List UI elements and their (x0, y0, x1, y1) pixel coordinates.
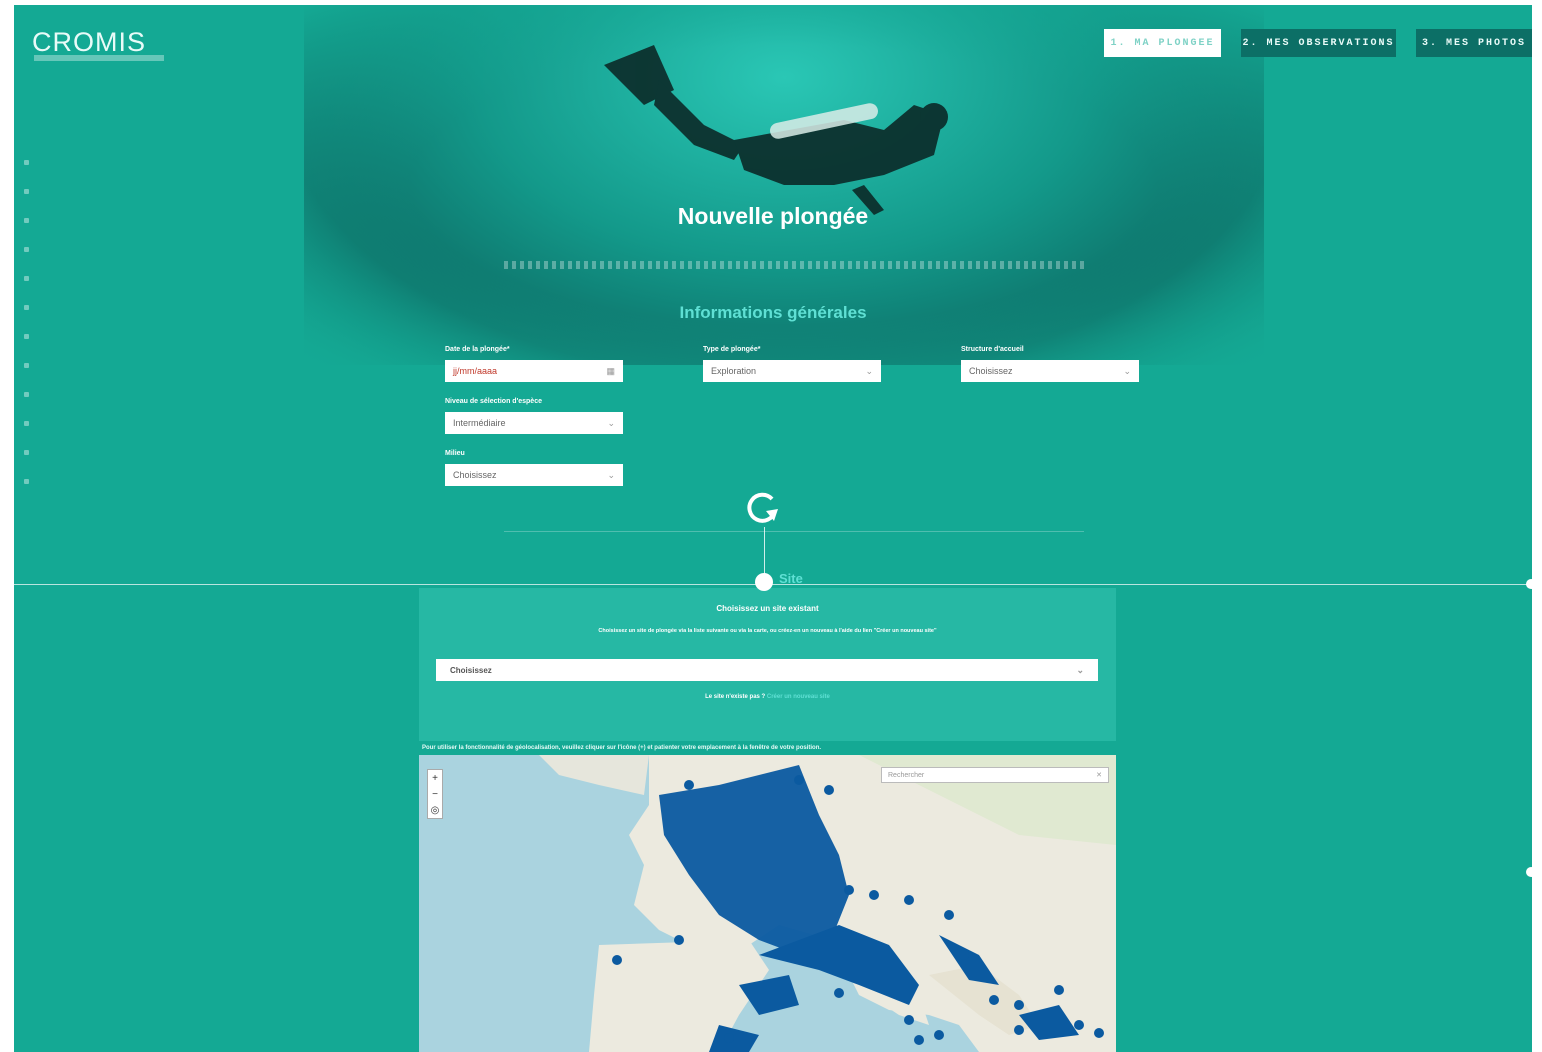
structure-value: Choisissez (969, 366, 1013, 376)
nav-ma-plongee[interactable]: 1. MA PLONGEE (1104, 29, 1221, 57)
chevron-down-icon: ⌄ (1076, 664, 1084, 675)
date-field: Date de la plongée* jj/mm/aaaa ▦ (445, 346, 623, 382)
site-select[interactable]: Choisissez ⌄ (436, 659, 1098, 681)
map-zoom-controls: + − ◎ (427, 769, 443, 819)
create-site-link[interactable]: Créer un nouveau site (767, 694, 830, 700)
chevron-down-icon: ⌄ (607, 469, 615, 480)
horizontal-rule (14, 584, 1532, 585)
timeline-line (764, 527, 765, 579)
side-dot[interactable] (24, 334, 29, 339)
calendar-icon[interactable]: ▦ (606, 366, 615, 377)
structure-select[interactable]: Choisissez ⌄ (961, 360, 1139, 382)
page: CROMIS 1. MA PLONGEE 2. MES OBSERVATIONS… (14, 5, 1532, 1052)
logo[interactable]: CROMIS (32, 27, 146, 58)
site-panel: Choisissez un site existant Choisissez u… (419, 588, 1116, 741)
section-title: Informations générales (679, 303, 867, 322)
create-site-question: Le site n'existe pas ? (705, 694, 766, 700)
type-select[interactable]: Exploration ⌄ (703, 360, 881, 382)
map-search-placeholder: Rechercher (888, 771, 925, 779)
nav-mes-observations[interactable]: 2. MES OBSERVATIONS (1241, 29, 1396, 57)
logo-tagline (34, 55, 164, 61)
chevron-down-icon: ⌄ (1123, 365, 1131, 376)
site-panel-title: Choisissez un site existant (716, 604, 819, 613)
section-divider (504, 531, 1084, 532)
close-icon[interactable]: ✕ (1096, 771, 1102, 779)
map-hint: Pour utiliser la fonctionnalité de géolo… (422, 745, 822, 751)
niveau-label: Niveau de sélection d'espèce (445, 398, 542, 405)
niveau-value: Intermédiaire (453, 418, 506, 428)
map-search-input[interactable]: Rechercher ✕ (881, 767, 1109, 783)
side-dot[interactable] (24, 247, 29, 252)
scroll-marker (1526, 579, 1532, 589)
site-map[interactable]: + − ◎ Rechercher ✕ (419, 755, 1116, 1052)
niveau-field: Niveau de sélection d'espèce Intermédiai… (445, 398, 623, 434)
type-field: Type de plongée* Exploration ⌄ (703, 346, 881, 382)
site-step-label: Site (779, 571, 803, 586)
side-dot[interactable] (24, 450, 29, 455)
map-tiles[interactable] (419, 755, 1116, 1052)
milieu-select[interactable]: Choisissez ⌄ (445, 464, 623, 486)
type-value: Exploration (711, 366, 757, 376)
side-dot[interactable] (24, 160, 29, 165)
create-site-prompt: Le site n'existe pas ? Créer un nouveau … (419, 694, 1116, 700)
milieu-label: Milieu (445, 450, 465, 457)
timeline-node (755, 573, 773, 591)
page-title: Nouvelle plongée (677, 203, 869, 229)
milieu-field: Milieu Choisissez ⌄ (445, 450, 623, 486)
zoom-in-icon[interactable]: + (432, 773, 438, 784)
scroll-marker (1526, 867, 1532, 877)
side-dot[interactable] (24, 392, 29, 397)
site-select-value: Choisissez (450, 665, 492, 675)
side-dot[interactable] (24, 189, 29, 194)
niveau-select[interactable]: Intermédiaire ⌄ (445, 412, 623, 434)
structure-label: Structure d'accueil (961, 346, 1024, 353)
refresh-icon[interactable] (742, 487, 782, 527)
date-input[interactable]: jj/mm/aaaa ▦ (445, 360, 623, 382)
zoom-out-icon[interactable]: − (432, 789, 438, 800)
side-dot[interactable] (24, 479, 29, 484)
side-dot[interactable] (24, 421, 29, 426)
chevron-down-icon: ⌄ (607, 417, 615, 428)
wave-divider (504, 261, 1084, 269)
nav-mes-photos[interactable]: 3. MES PHOTOS (1416, 29, 1532, 57)
diver-image (604, 45, 948, 215)
date-placeholder: jj/mm/aaaa (453, 366, 498, 376)
type-label: Type de plongée* (703, 346, 761, 353)
date-label: Date de la plongée* (445, 346, 510, 353)
milieu-value: Choisissez (453, 470, 497, 480)
site-panel-description: Choisissez un site de plongée via la lis… (598, 628, 937, 634)
structure-field: Structure d'accueil Choisissez ⌄ (961, 346, 1139, 382)
chevron-down-icon: ⌄ (865, 365, 873, 376)
side-dot[interactable] (24, 363, 29, 368)
locate-icon[interactable]: ◎ (431, 805, 440, 816)
side-dot[interactable] (24, 276, 29, 281)
